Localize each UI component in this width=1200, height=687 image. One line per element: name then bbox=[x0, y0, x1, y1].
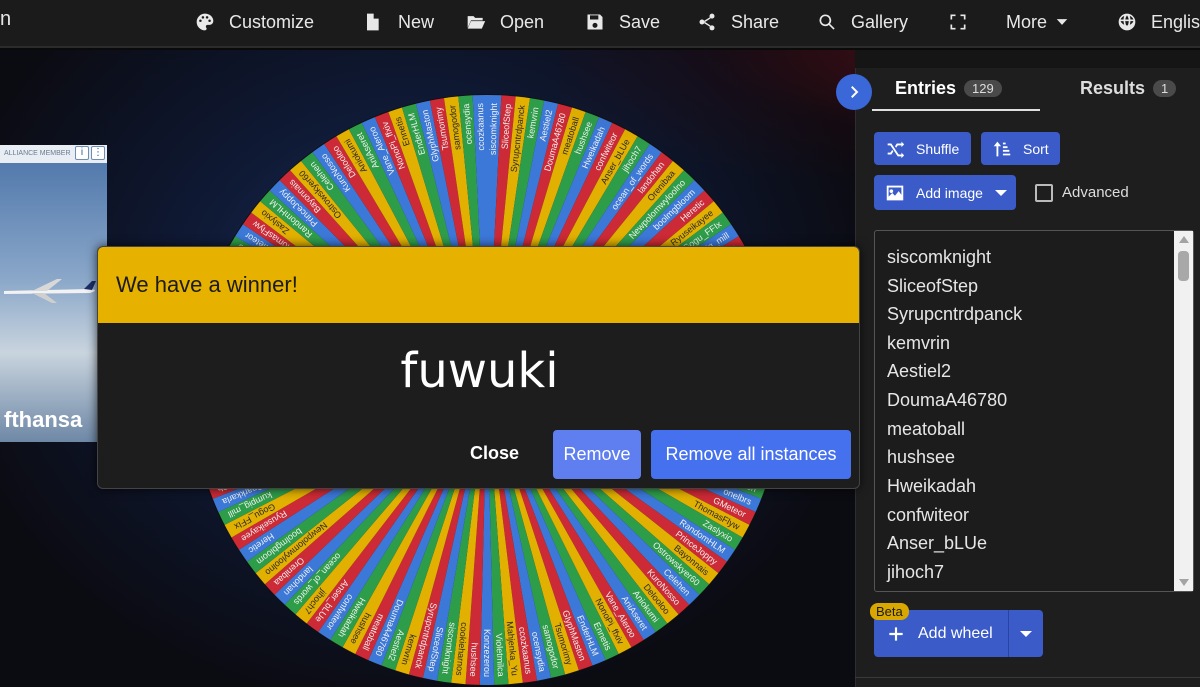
list-item: jihoch7 bbox=[887, 562, 945, 582]
close-button[interactable]: Close bbox=[470, 443, 519, 464]
open-button[interactable]: Open bbox=[466, 9, 544, 35]
image-icon bbox=[886, 185, 904, 200]
more-label: More bbox=[1006, 11, 1048, 32]
scroll-thumb[interactable] bbox=[1178, 251, 1189, 281]
dialog-header: We have a winner! bbox=[98, 247, 859, 323]
add-image-button[interactable]: Add image bbox=[874, 175, 1016, 210]
shuffle-icon bbox=[887, 141, 905, 158]
collapse-panel-button[interactable] bbox=[836, 74, 872, 110]
gallery-label: Gallery bbox=[851, 11, 909, 32]
remove-all-instances-button[interactable]: Remove all instances bbox=[651, 430, 851, 479]
advanced-checkbox[interactable] bbox=[1035, 184, 1053, 202]
gallery-button[interactable]: Gallery bbox=[817, 9, 908, 35]
scroll-up-arrow-icon[interactable] bbox=[1179, 236, 1189, 243]
wheel-slice-label: Konzezerou bbox=[482, 629, 492, 677]
active-tab-indicator bbox=[872, 109, 1040, 111]
add-wheel-dropdown-button[interactable] bbox=[1008, 610, 1043, 657]
wheel-slice-label: Violetmilca bbox=[494, 633, 506, 677]
list-item: confwiteor bbox=[887, 505, 970, 525]
beta-badge: Beta bbox=[870, 603, 909, 620]
chevron-down-icon bbox=[1020, 630, 1032, 637]
customize-button[interactable]: Customize bbox=[195, 9, 314, 35]
ad-brand-text: fthansa bbox=[4, 407, 83, 432]
language-label: Englis bbox=[1151, 11, 1200, 32]
remove-button[interactable]: Remove bbox=[553, 430, 641, 479]
share-label: Share bbox=[731, 11, 780, 32]
entries-count-badge: 129 bbox=[964, 80, 1002, 97]
results-count-badge: 1 bbox=[1153, 80, 1177, 97]
ad-menu-icon[interactable]: ⋮ bbox=[91, 146, 105, 160]
list-item: Aestiel2 bbox=[887, 361, 952, 381]
list-item: siscomknight bbox=[887, 247, 992, 267]
plus-icon bbox=[889, 626, 903, 641]
advanced-label: Advanced bbox=[1062, 184, 1129, 201]
wheel-slice-label: ccozkaanus bbox=[475, 102, 486, 150]
entries-scrollbar[interactable] bbox=[1174, 231, 1193, 591]
fullscreen-button[interactable] bbox=[948, 9, 968, 35]
tab-results-label: Results bbox=[1080, 78, 1146, 98]
tab-entries-label: Entries bbox=[895, 78, 957, 98]
add-image-label: Add image bbox=[916, 184, 983, 201]
tab-entries[interactable]: Entries 129 bbox=[895, 78, 1002, 99]
sort-button[interactable]: Sort bbox=[981, 132, 1060, 165]
list-item: SliceofStep bbox=[887, 276, 979, 296]
save-button[interactable]: Save bbox=[585, 9, 660, 35]
search-icon bbox=[819, 14, 835, 30]
more-menu-button[interactable]: More bbox=[1006, 9, 1069, 35]
list-item: Anser_bLUe bbox=[887, 533, 988, 553]
sort-label: Sort bbox=[1023, 140, 1049, 157]
shuffle-label: Shuffle bbox=[916, 140, 960, 157]
info-icon[interactable]: i bbox=[75, 146, 89, 160]
fullscreen-icon bbox=[950, 14, 966, 30]
customize-label: Customize bbox=[229, 11, 315, 32]
list-item: Hweikadah bbox=[887, 476, 977, 496]
entries-textarea[interactable]: siscomknight SliceofStep Syrupcntrdpanck… bbox=[874, 230, 1194, 592]
wheel-slice-label: siscomknight bbox=[488, 102, 499, 155]
language-button[interactable]: Englis bbox=[1117, 9, 1200, 35]
airplane-image bbox=[4, 279, 96, 303]
chevron-down-icon bbox=[994, 189, 1007, 196]
scroll-down-arrow-icon[interactable] bbox=[1179, 579, 1189, 586]
advertisement[interactable]: ALLIANCE MEMBER i ⋮ fthansa bbox=[0, 145, 107, 442]
list-item: Syrupcntrdpanck bbox=[887, 304, 1023, 324]
save-label: Save bbox=[619, 11, 661, 32]
folder-open-icon bbox=[467, 16, 486, 29]
new-button[interactable]: New bbox=[362, 9, 434, 35]
ad-alliance-text: ALLIANCE MEMBER bbox=[4, 150, 71, 157]
floppy-disk-icon bbox=[587, 14, 603, 30]
share-button[interactable]: Share bbox=[697, 9, 779, 35]
panel-top-strip bbox=[855, 50, 1200, 68]
chevron-right-icon bbox=[851, 86, 859, 98]
shuffle-button[interactable]: Shuffle bbox=[874, 132, 971, 165]
palette-icon bbox=[196, 13, 214, 31]
globe-icon bbox=[1118, 13, 1136, 31]
list-item: hushsee bbox=[887, 447, 956, 467]
app-title: n bbox=[0, 8, 12, 30]
file-icon bbox=[367, 13, 379, 31]
add-wheel-label: Add wheel bbox=[918, 624, 993, 642]
ad-header: ALLIANCE MEMBER i ⋮ bbox=[0, 145, 107, 163]
list-item: meatoball bbox=[887, 419, 966, 439]
winner-name: fuwuki bbox=[400, 343, 559, 399]
share-icon bbox=[699, 13, 715, 31]
list-item: DoumaA46780 bbox=[887, 390, 1008, 410]
open-label: Open bbox=[500, 11, 545, 32]
new-label: New bbox=[398, 11, 435, 32]
tab-results[interactable]: Results 1 bbox=[1080, 78, 1177, 99]
top-toolbar: n Customize New Open Save Share Gallery … bbox=[0, 0, 1200, 48]
panel-divider bbox=[855, 677, 1200, 687]
wheel-slice-label: hushsee bbox=[468, 642, 480, 676]
chevron-down-icon bbox=[1056, 19, 1068, 25]
list-item: kemvrin bbox=[887, 333, 951, 353]
winner-dialog: We have a winner! fuwuki Close Remove Re… bbox=[97, 246, 860, 489]
sort-icon bbox=[993, 141, 1011, 156]
dialog-title: We have a winner! bbox=[116, 272, 298, 297]
